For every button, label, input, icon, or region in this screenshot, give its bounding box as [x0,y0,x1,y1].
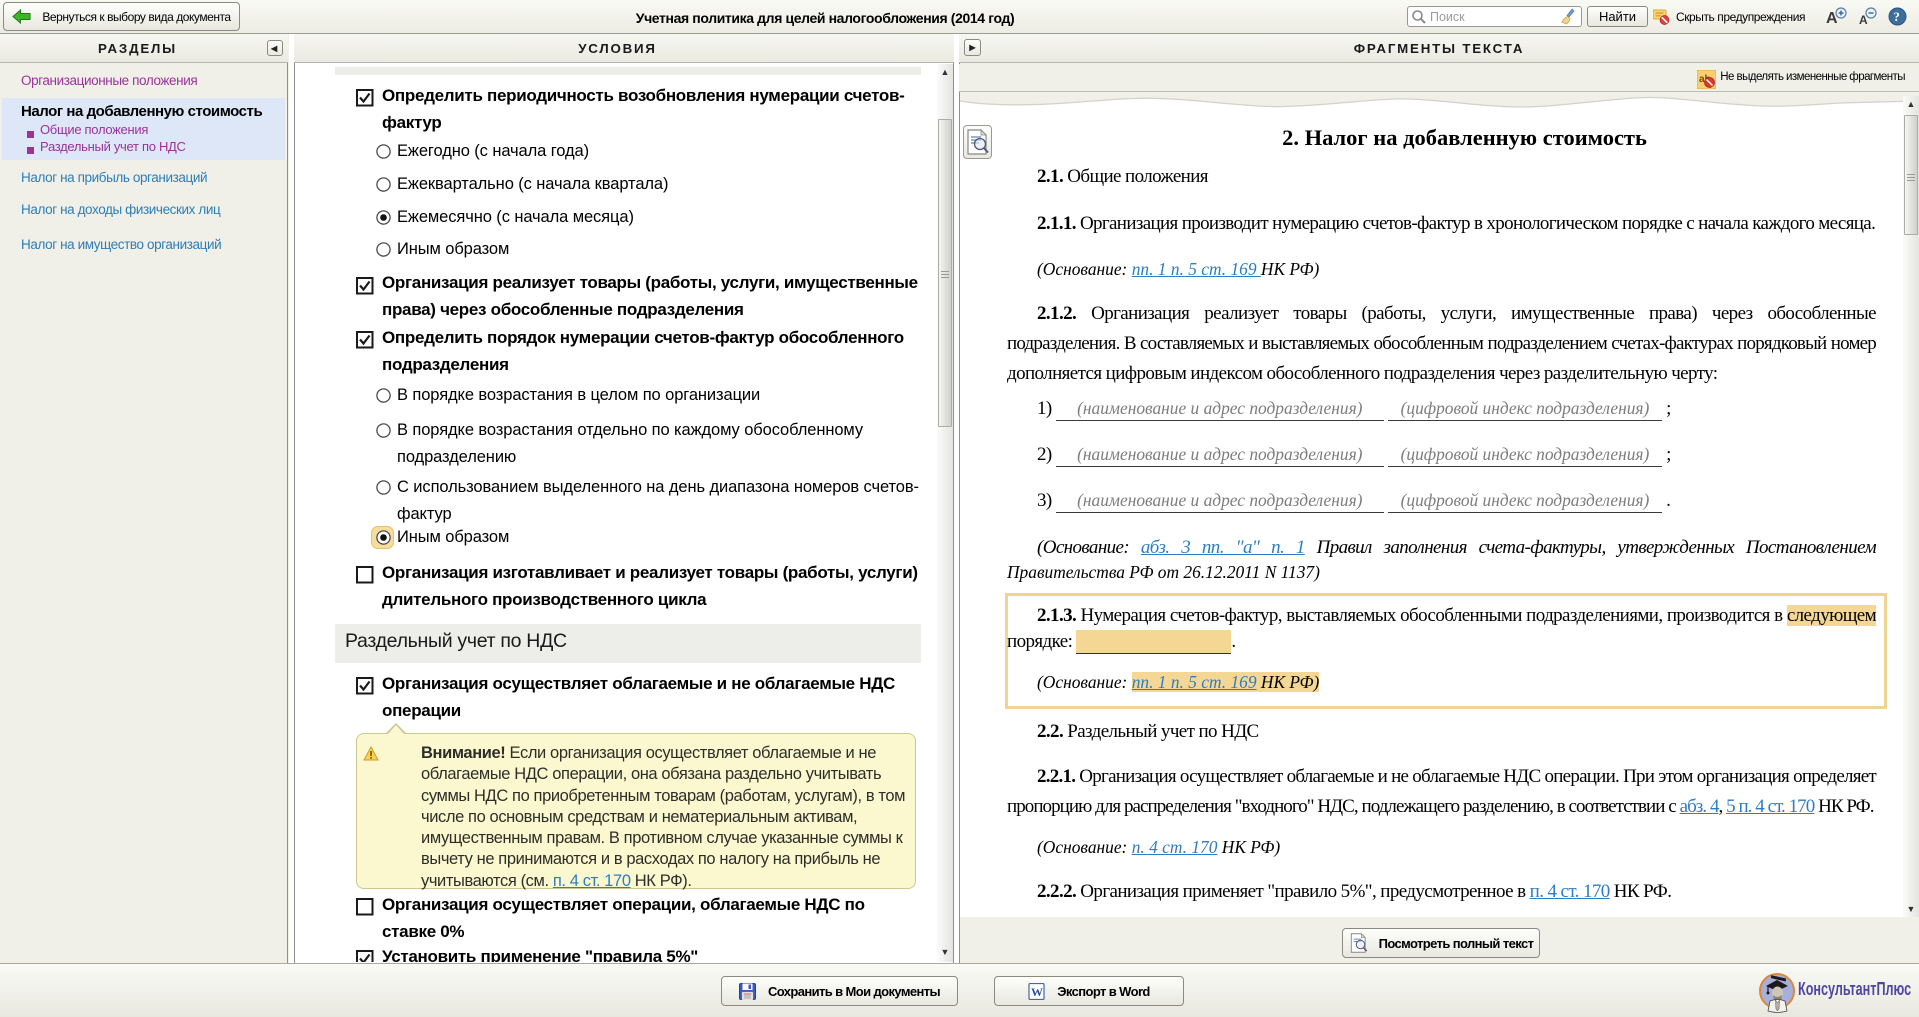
svg-text:W: W [1031,985,1043,999]
svg-text:?: ? [1894,10,1900,24]
